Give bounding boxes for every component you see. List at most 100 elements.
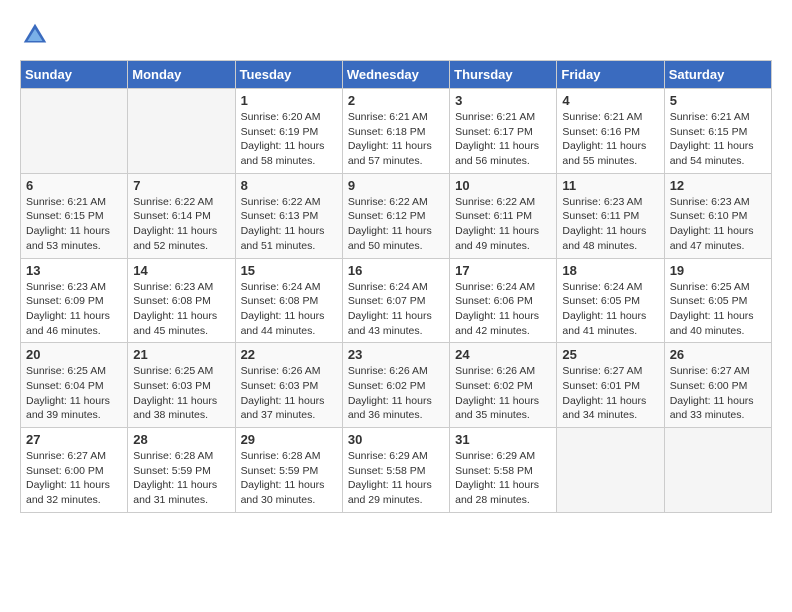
calendar-cell: 14 Sunrise: 6:23 AMSunset: 6:08 PMDayligh… — [128, 258, 235, 343]
day-info: Sunrise: 6:29 AMSunset: 5:58 PMDaylight:… — [348, 449, 444, 508]
calendar-cell: 15 Sunrise: 6:24 AMSunset: 6:08 PMDayligh… — [235, 258, 342, 343]
calendar-cell: 24 Sunrise: 6:26 AMSunset: 6:02 PMDayligh… — [450, 343, 557, 428]
calendar-cell: 29 Sunrise: 6:28 AMSunset: 5:59 PMDayligh… — [235, 428, 342, 513]
day-info: Sunrise: 6:21 AMSunset: 6:18 PMDaylight:… — [348, 110, 444, 169]
calendar-cell: 12 Sunrise: 6:23 AMSunset: 6:10 PMDayligh… — [664, 173, 771, 258]
day-info: Sunrise: 6:25 AMSunset: 6:05 PMDaylight:… — [670, 280, 766, 339]
day-info: Sunrise: 6:28 AMSunset: 5:59 PMDaylight:… — [241, 449, 337, 508]
calendar-cell: 16 Sunrise: 6:24 AMSunset: 6:07 PMDayligh… — [342, 258, 449, 343]
logo-icon — [20, 20, 50, 50]
day-number: 3 — [455, 93, 551, 108]
day-number: 29 — [241, 432, 337, 447]
page-header — [20, 20, 772, 50]
day-info: Sunrise: 6:27 AMSunset: 6:01 PMDaylight:… — [562, 364, 658, 423]
calendar-cell — [21, 89, 128, 174]
day-number: 19 — [670, 263, 766, 278]
day-info: Sunrise: 6:26 AMSunset: 6:02 PMDaylight:… — [455, 364, 551, 423]
calendar-cell: 5Sunrise: 6:21 AMSunset: 6:15 PMDaylight… — [664, 89, 771, 174]
logo — [20, 20, 54, 50]
day-number: 23 — [348, 347, 444, 362]
calendar-cell: 8 Sunrise: 6:22 AMSunset: 6:13 PMDaylight… — [235, 173, 342, 258]
calendar-cell: 19 Sunrise: 6:25 AMSunset: 6:05 PMDayligh… — [664, 258, 771, 343]
calendar-table: SundayMondayTuesdayWednesdayThursdayFrid… — [20, 60, 772, 513]
day-number: 6 — [26, 178, 122, 193]
calendar-cell: 4 Sunrise: 6:21 AMSunset: 6:16 PMDaylight… — [557, 89, 664, 174]
calendar-cell: 11Sunrise: 6:23 AMSunset: 6:11 PMDayligh… — [557, 173, 664, 258]
day-info: Sunrise: 6:22 AMSunset: 6:11 PMDaylight:… — [455, 195, 551, 254]
day-info: Sunrise: 6:22 AMSunset: 6:12 PMDaylight:… — [348, 195, 444, 254]
day-info: Sunrise: 6:23 AMSunset: 6:10 PMDaylight:… — [670, 195, 766, 254]
calendar-cell: 18 Sunrise: 6:24 AMSunset: 6:05 PMDayligh… — [557, 258, 664, 343]
day-number: 27 — [26, 432, 122, 447]
calendar-cell: 17 Sunrise: 6:24 AMSunset: 6:06 PMDayligh… — [450, 258, 557, 343]
weekday-header: Saturday — [664, 61, 771, 89]
day-info: Sunrise: 6:25 AMSunset: 6:03 PMDaylight:… — [133, 364, 229, 423]
day-info: Sunrise: 6:22 AMSunset: 6:14 PMDaylight:… — [133, 195, 229, 254]
calendar-cell: 9 Sunrise: 6:22 AMSunset: 6:12 PMDaylight… — [342, 173, 449, 258]
weekday-header: Friday — [557, 61, 664, 89]
calendar-week-row: 13 Sunrise: 6:23 AMSunset: 6:09 PMDayligh… — [21, 258, 772, 343]
day-number: 25 — [562, 347, 658, 362]
day-info: Sunrise: 6:22 AMSunset: 6:13 PMDaylight:… — [241, 195, 337, 254]
calendar-cell: 31Sunrise: 6:29 AMSunset: 5:58 PMDayligh… — [450, 428, 557, 513]
calendar-cell: 7Sunrise: 6:22 AMSunset: 6:14 PMDaylight… — [128, 173, 235, 258]
day-number: 20 — [26, 347, 122, 362]
calendar-cell: 2 Sunrise: 6:21 AMSunset: 6:18 PMDaylight… — [342, 89, 449, 174]
day-number: 24 — [455, 347, 551, 362]
weekday-header: Monday — [128, 61, 235, 89]
day-number: 9 — [348, 178, 444, 193]
calendar-cell: 10 Sunrise: 6:22 AMSunset: 6:11 PMDayligh… — [450, 173, 557, 258]
day-number: 4 — [562, 93, 658, 108]
day-info: Sunrise: 6:28 AMSunset: 5:59 PMDaylight:… — [133, 449, 229, 508]
day-info: Sunrise: 6:24 AMSunset: 6:07 PMDaylight:… — [348, 280, 444, 339]
calendar-cell: 28 Sunrise: 6:28 AMSunset: 5:59 PMDayligh… — [128, 428, 235, 513]
day-number: 13 — [26, 263, 122, 278]
day-number: 21 — [133, 347, 229, 362]
day-number: 17 — [455, 263, 551, 278]
calendar-cell — [128, 89, 235, 174]
day-number: 22 — [241, 347, 337, 362]
calendar-cell — [664, 428, 771, 513]
day-info: Sunrise: 6:26 AMSunset: 6:02 PMDaylight:… — [348, 364, 444, 423]
day-info: Sunrise: 6:24 AMSunset: 6:06 PMDaylight:… — [455, 280, 551, 339]
day-number: 16 — [348, 263, 444, 278]
day-number: 14 — [133, 263, 229, 278]
day-info: Sunrise: 6:23 AMSunset: 6:09 PMDaylight:… — [26, 280, 122, 339]
calendar-cell: 26Sunrise: 6:27 AMSunset: 6:00 PMDayligh… — [664, 343, 771, 428]
calendar-week-row: 6 Sunrise: 6:21 AMSunset: 6:15 PMDaylight… — [21, 173, 772, 258]
calendar-cell: 21 Sunrise: 6:25 AMSunset: 6:03 PMDayligh… — [128, 343, 235, 428]
calendar-week-row: 27Sunrise: 6:27 AMSunset: 6:00 PMDayligh… — [21, 428, 772, 513]
day-number: 15 — [241, 263, 337, 278]
weekday-header: Sunday — [21, 61, 128, 89]
weekday-header: Wednesday — [342, 61, 449, 89]
calendar-cell: 6 Sunrise: 6:21 AMSunset: 6:15 PMDaylight… — [21, 173, 128, 258]
calendar-cell: 1Sunrise: 6:20 AMSunset: 6:19 PMDaylight… — [235, 89, 342, 174]
day-info: Sunrise: 6:29 AMSunset: 5:58 PMDaylight:… — [455, 449, 551, 508]
day-number: 18 — [562, 263, 658, 278]
day-number: 2 — [348, 93, 444, 108]
calendar-cell: 30 Sunrise: 6:29 AMSunset: 5:58 PMDayligh… — [342, 428, 449, 513]
day-info: Sunrise: 6:24 AMSunset: 6:05 PMDaylight:… — [562, 280, 658, 339]
day-info: Sunrise: 6:20 AMSunset: 6:19 PMDaylight:… — [241, 110, 337, 169]
day-number: 30 — [348, 432, 444, 447]
calendar-cell: 27Sunrise: 6:27 AMSunset: 6:00 PMDayligh… — [21, 428, 128, 513]
calendar-week-row: 1Sunrise: 6:20 AMSunset: 6:19 PMDaylight… — [21, 89, 772, 174]
weekday-header: Tuesday — [235, 61, 342, 89]
day-number: 12 — [670, 178, 766, 193]
calendar-cell: 23 Sunrise: 6:26 AMSunset: 6:02 PMDayligh… — [342, 343, 449, 428]
weekday-header-row: SundayMondayTuesdayWednesdayThursdayFrid… — [21, 61, 772, 89]
day-number: 26 — [670, 347, 766, 362]
calendar-cell: 25 Sunrise: 6:27 AMSunset: 6:01 PMDayligh… — [557, 343, 664, 428]
calendar-cell — [557, 428, 664, 513]
day-info: Sunrise: 6:21 AMSunset: 6:15 PMDaylight:… — [670, 110, 766, 169]
day-info: Sunrise: 6:25 AMSunset: 6:04 PMDaylight:… — [26, 364, 122, 423]
day-info: Sunrise: 6:23 AMSunset: 6:08 PMDaylight:… — [133, 280, 229, 339]
day-info: Sunrise: 6:26 AMSunset: 6:03 PMDaylight:… — [241, 364, 337, 423]
day-info: Sunrise: 6:24 AMSunset: 6:08 PMDaylight:… — [241, 280, 337, 339]
day-number: 10 — [455, 178, 551, 193]
day-info: Sunrise: 6:21 AMSunset: 6:16 PMDaylight:… — [562, 110, 658, 169]
day-number: 28 — [133, 432, 229, 447]
calendar-week-row: 20 Sunrise: 6:25 AMSunset: 6:04 PMDayligh… — [21, 343, 772, 428]
day-number: 8 — [241, 178, 337, 193]
day-info: Sunrise: 6:21 AMSunset: 6:15 PMDaylight:… — [26, 195, 122, 254]
